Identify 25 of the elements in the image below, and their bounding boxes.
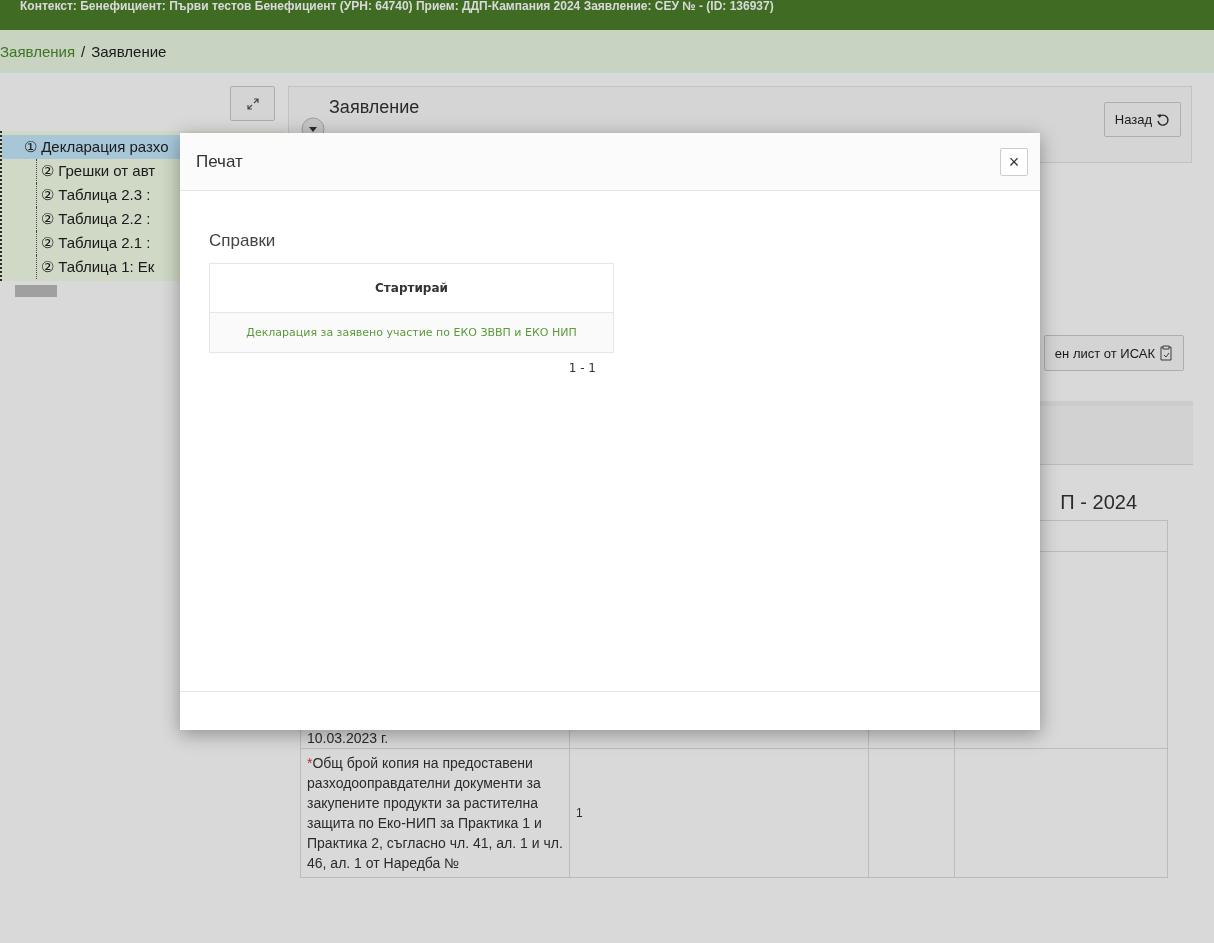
context-text: Контекст: Бенефициент: Първи тестов Бенефициент (УРН: 64740) Прием: ДДП-Кампания 2024 Заявление: СЕУ № - (ID: 136937) <box>20 0 774 12</box>
section-title: Справки <box>209 231 277 251</box>
breadcrumb-link[interactable]: Заявления <box>0 42 76 60</box>
table-cell: 1 <box>576 806 583 820</box>
back-button[interactable]: Назад <box>1103 102 1181 137</box>
isak-sheet-button[interactable]: ен лист от ИСАК <box>1043 335 1184 371</box>
breadcrumb-item: Заявление <box>91 42 167 60</box>
breadcrumb-item: / <box>81 42 86 60</box>
pagination-text: 1 - 1 <box>568 361 596 375</box>
section-heading: П - 2024 <box>1059 491 1138 514</box>
table-cell: *Общ брой копия на предоставени разходооправдателни документи за закупените продукти за растителна защита по Еко-НИП за Практика 1 и Практика 2, съгласно чл. 41, ал. 1 и чл. 46, ал. 1 от Наредба № <box>307 755 563 871</box>
scrollbar-thumb[interactable] <box>15 285 57 297</box>
tree-item[interactable]: ② Таблица 2.2 : <box>36 207 151 231</box>
table-cell: 10.03.2023 г. <box>307 730 389 746</box>
tree-item[interactable]: ② Грешки от авт <box>36 159 156 183</box>
expand-button[interactable] <box>230 86 275 121</box>
column-header: Стартирай <box>209 263 614 313</box>
tree-item[interactable]: ② Таблица 2.3 : <box>36 183 151 207</box>
tree-item[interactable]: ② Таблица 2.1 : <box>36 231 151 255</box>
undo-icon <box>1156 112 1170 127</box>
panel-title: Заявление <box>329 97 420 118</box>
close-button[interactable]: × <box>1000 147 1028 176</box>
expand-icon <box>245 96 260 111</box>
tree-item[interactable]: ② Таблица 1: Ек <box>36 255 155 279</box>
clipboard-icon <box>1159 345 1173 361</box>
